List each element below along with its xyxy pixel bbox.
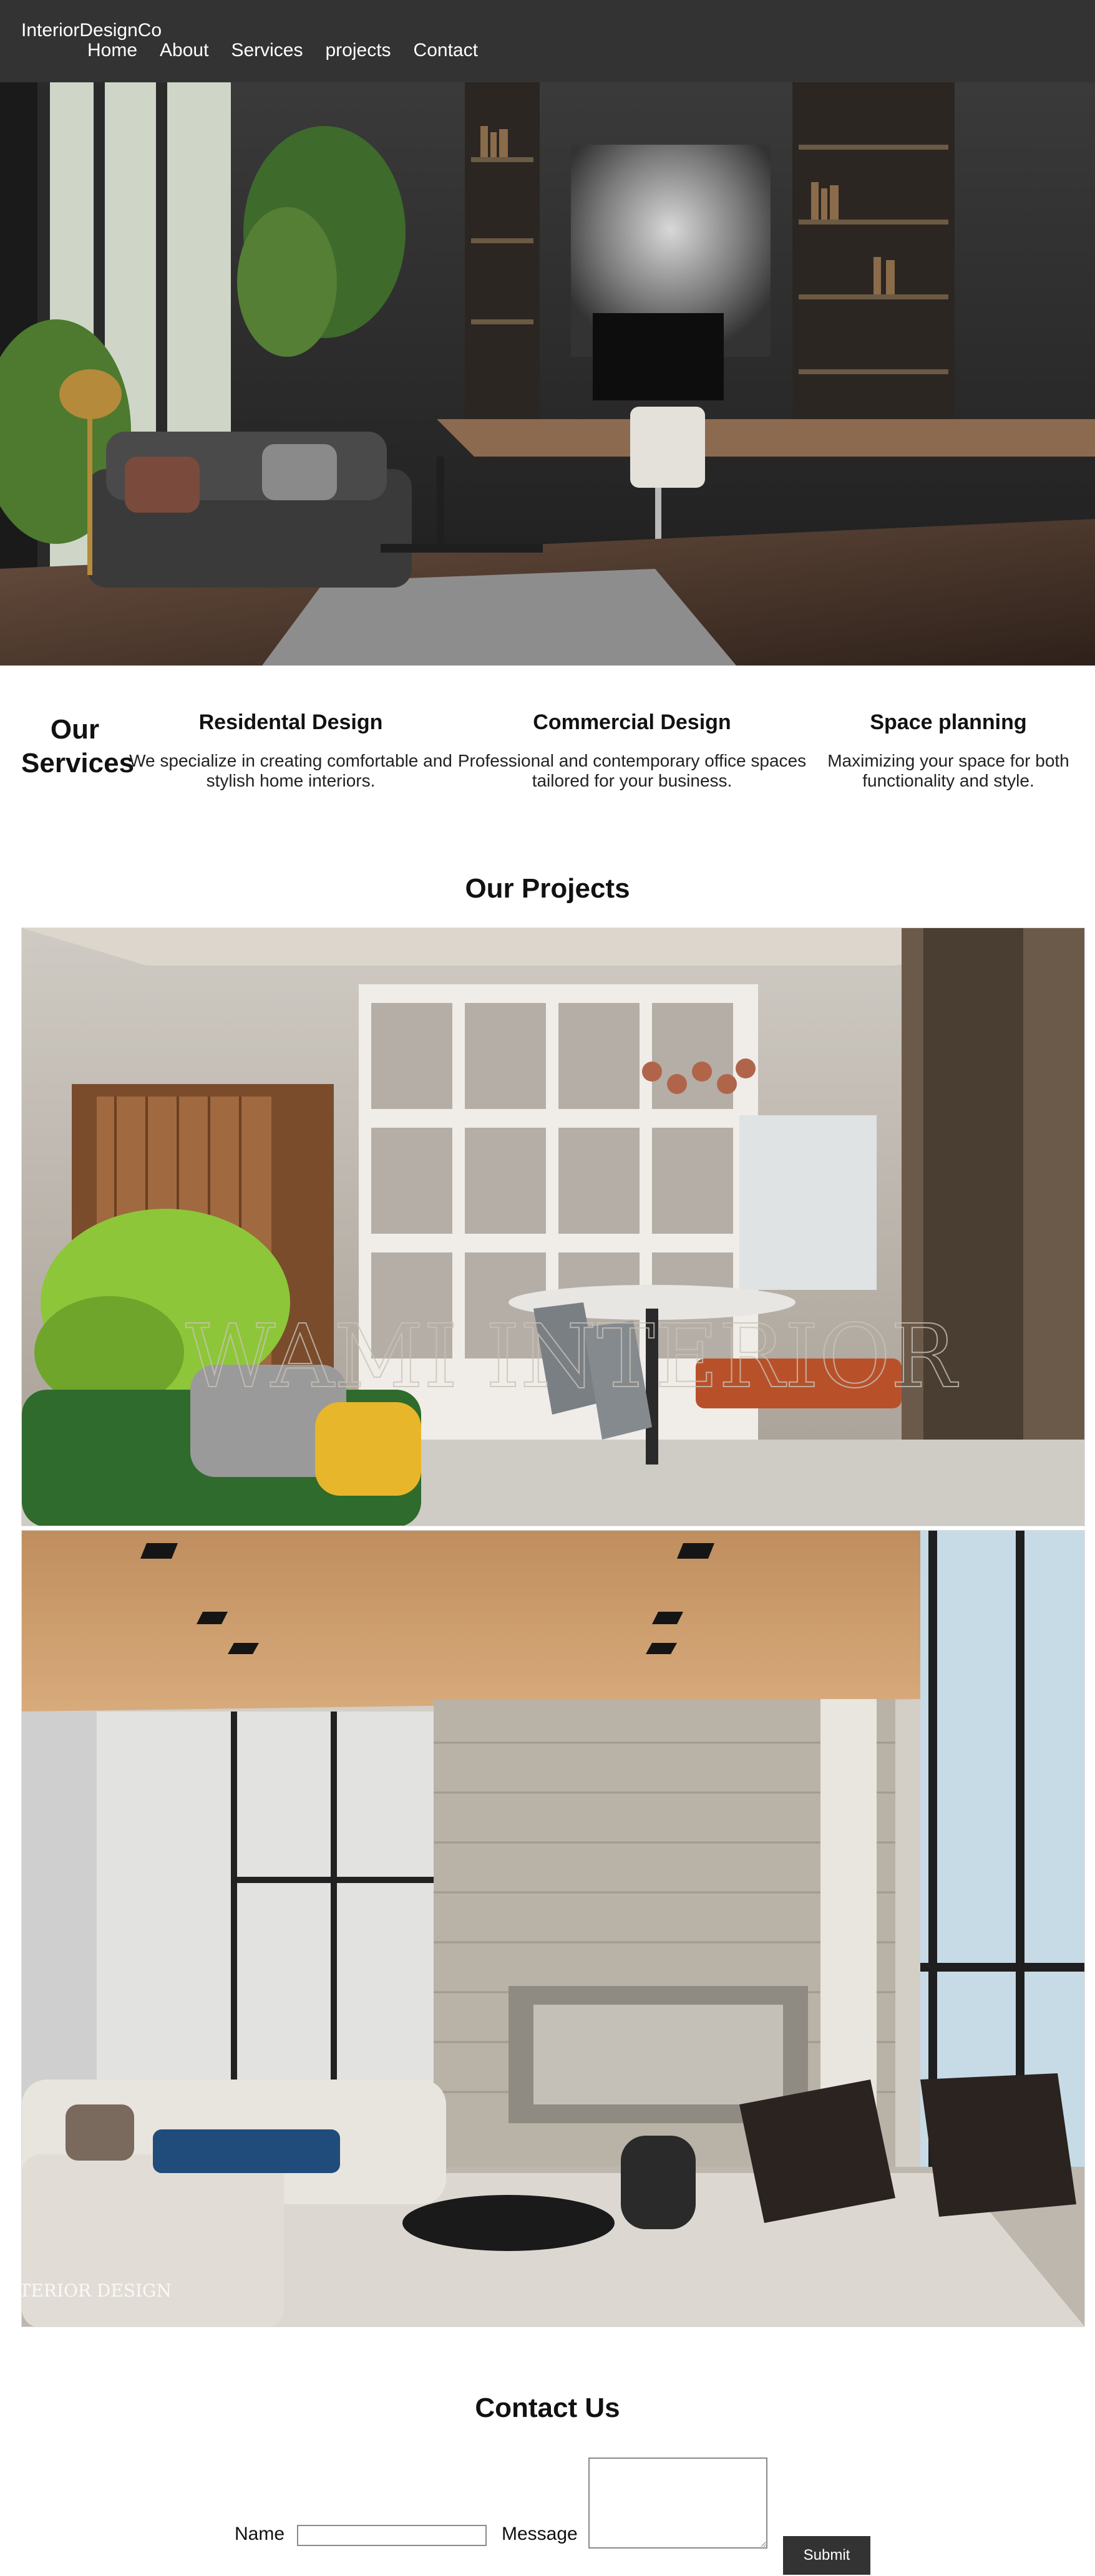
nav-services[interactable]: Services xyxy=(231,40,303,61)
service-card-space-planning: Space planning Maximizing your space for… xyxy=(811,710,1086,791)
message-textarea[interactable] xyxy=(588,2457,767,2549)
project-image-living-room: INTERIOR DESIGN xyxy=(21,1530,1085,2327)
nav-about[interactable]: About xyxy=(160,40,208,61)
service-card-commercial: Commercial Design Professional and conte… xyxy=(454,710,810,791)
name-label: Name xyxy=(235,2524,285,2544)
contact-title: Contact Us xyxy=(475,2393,620,2423)
services-section: Our Services Residental Design We specia… xyxy=(0,666,1095,865)
project-watermark: WAMI INTERIOR xyxy=(185,1306,958,1408)
nav-projects[interactable]: projects xyxy=(325,40,391,61)
name-input[interactable] xyxy=(297,2525,487,2546)
site-header: InteriorDesignCo Home About Services pro… xyxy=(0,0,1095,82)
hero-image xyxy=(0,82,1095,666)
main-nav: Home About Services projects Contact xyxy=(87,40,500,61)
contact-form: Name Message Submit xyxy=(0,2457,1095,2575)
service-title: Residental Design xyxy=(198,710,383,734)
service-title: Space planning xyxy=(870,710,1027,734)
message-label: Message xyxy=(502,2524,578,2544)
projects-title: Our Projects xyxy=(465,873,630,904)
submit-button[interactable]: Submit xyxy=(783,2536,870,2575)
project-watermark: INTERIOR DESIGN xyxy=(22,2280,172,2301)
service-title: Commercial Design xyxy=(533,710,731,734)
service-text: We specialize in creating comfortable an… xyxy=(129,751,452,791)
services-title: Our Services xyxy=(21,714,135,778)
nav-home[interactable]: Home xyxy=(87,40,137,61)
project-image-dining-room: WAMI INTERIOR xyxy=(21,927,1085,1526)
service-card-residential: Residental Design We specialize in creat… xyxy=(129,710,453,791)
nav-contact[interactable]: Contact xyxy=(414,40,478,61)
brand-logo[interactable]: InteriorDesignCo xyxy=(21,20,162,41)
service-text: Maximizing your space for both functiona… xyxy=(827,751,1069,791)
service-text: Professional and contemporary office spa… xyxy=(457,751,807,791)
